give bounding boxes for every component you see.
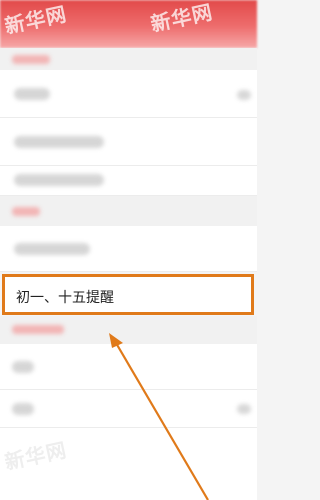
annotation-arrow-icon [109,333,209,500]
